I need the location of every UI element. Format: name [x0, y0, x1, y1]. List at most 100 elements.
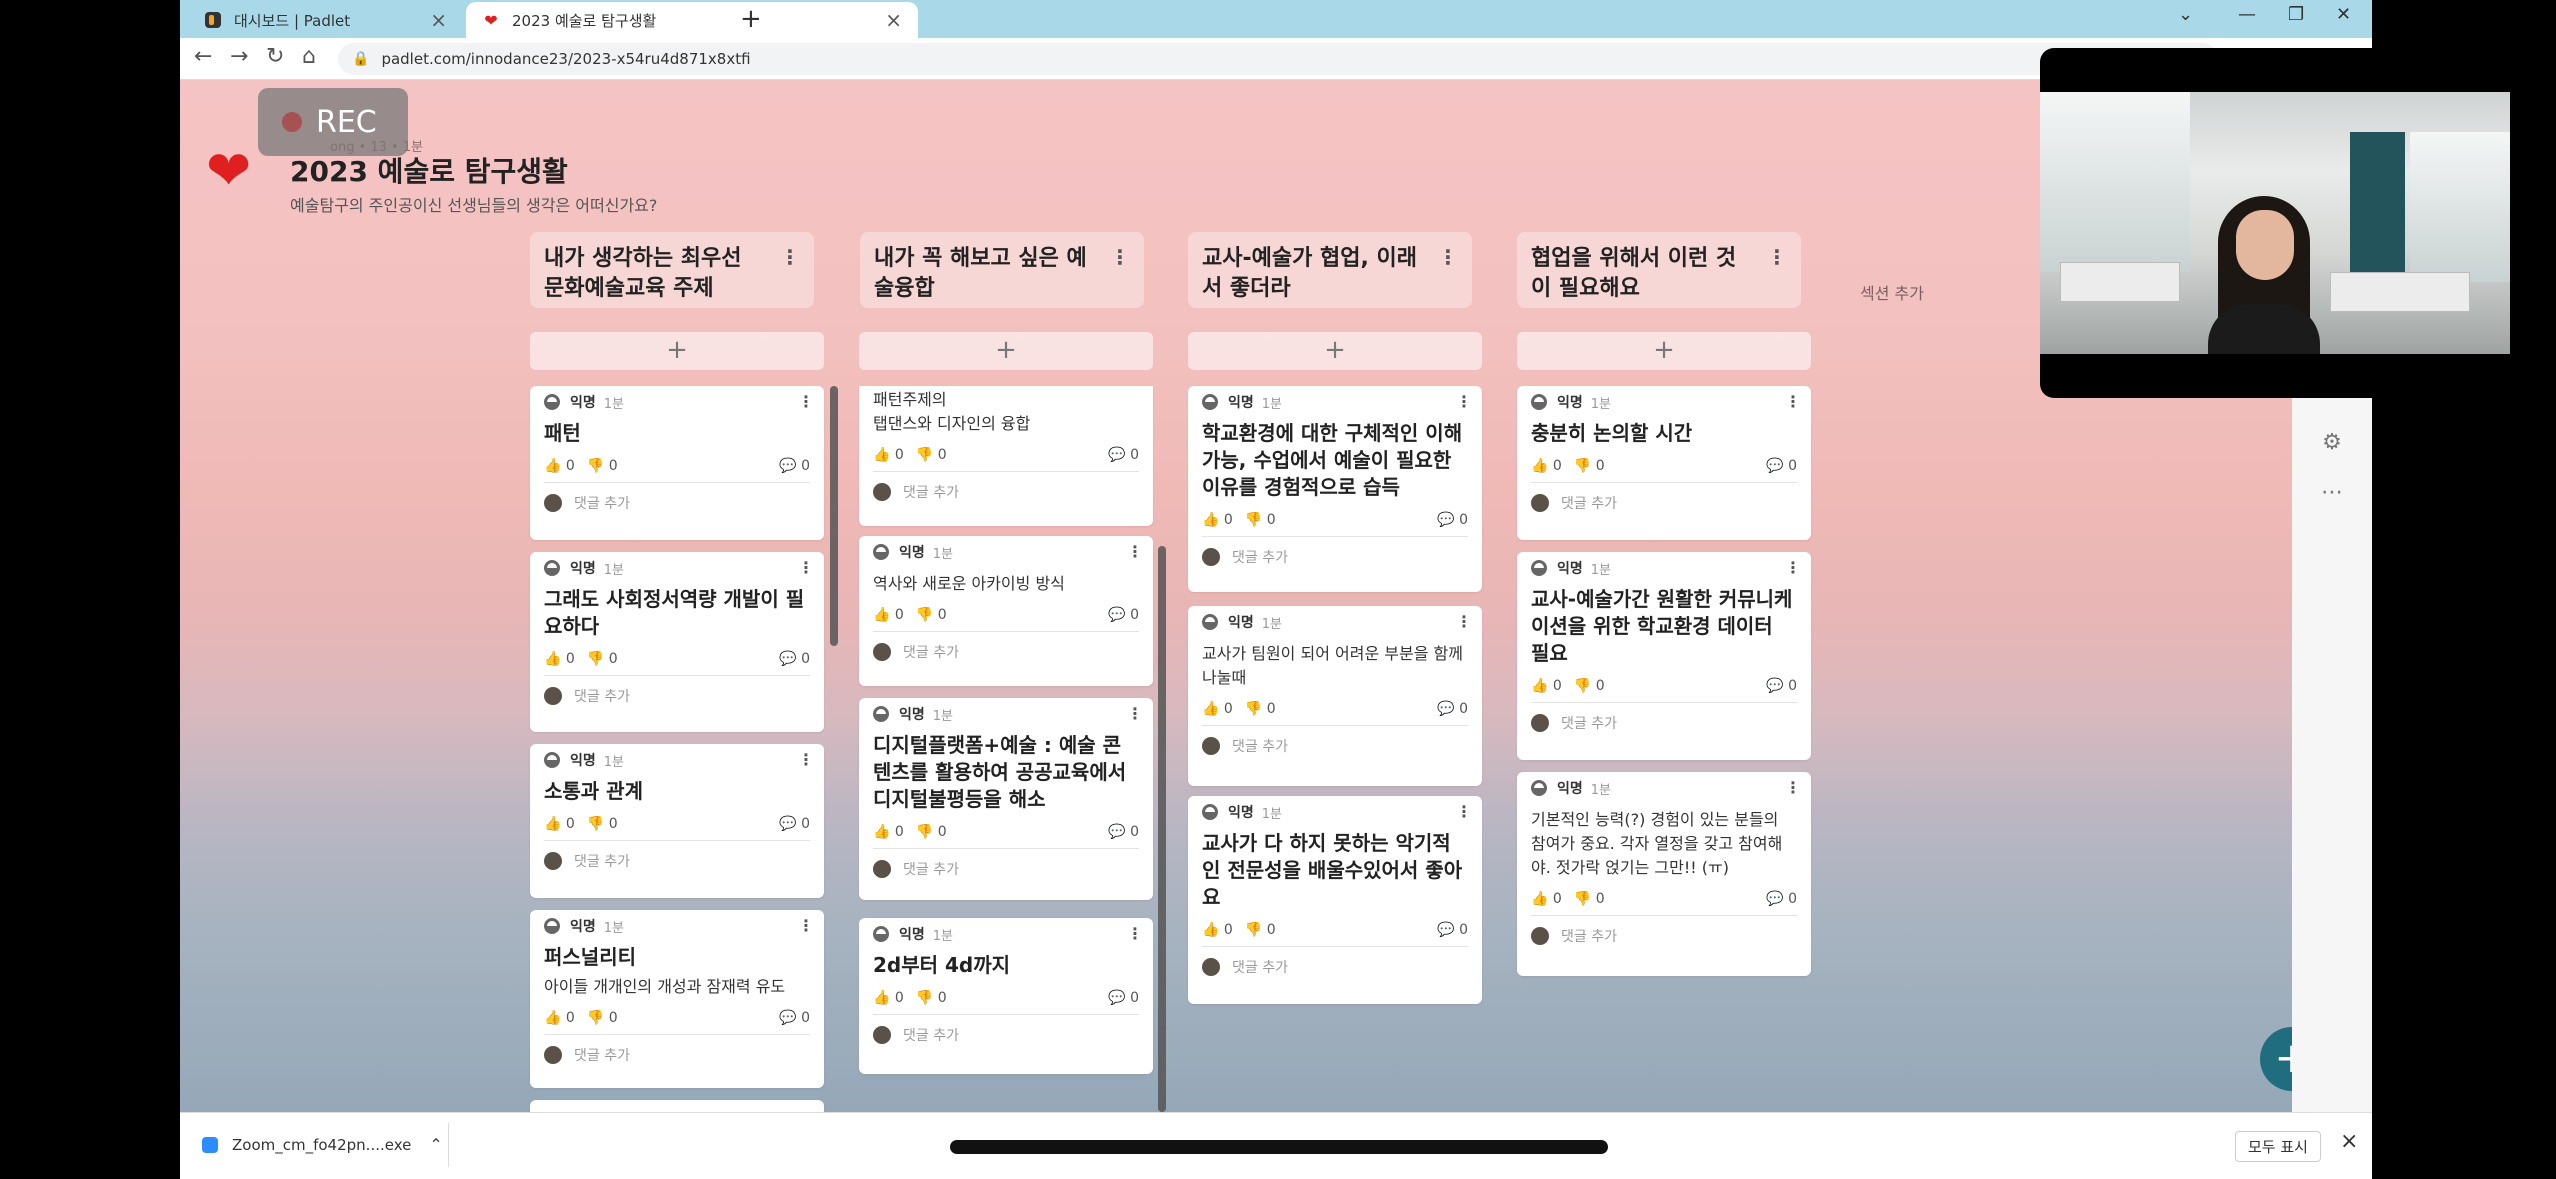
chevron-up-icon[interactable]: ⌃	[429, 1135, 442, 1154]
thumbs-down-icon[interactable]: 👎 0	[916, 824, 947, 840]
back-icon[interactable]: ←	[194, 44, 212, 69]
add-comment[interactable]: 댓글 추가	[1202, 537, 1468, 577]
post-card[interactable]: 익명 1분 ⋮ 소통과 관계 👍 0 👎 0 💬 0 댓글 추가	[530, 744, 824, 898]
add-post-button[interactable]: +	[1188, 332, 1482, 370]
url-field[interactable]: 🔒 padlet.com/innodance23/2023-x54ru4d871…	[338, 43, 2218, 75]
comment-icon[interactable]: 💬 0	[1437, 701, 1468, 717]
thumbs-up-icon[interactable]: 👍 0	[544, 816, 575, 832]
thumbs-down-icon[interactable]: 👎 0	[587, 458, 618, 474]
more-vertical-icon[interactable]: ⋮	[780, 242, 800, 272]
comment-icon[interactable]: 💬 0	[779, 458, 810, 474]
comment-icon[interactable]: 💬 0	[1766, 458, 1797, 474]
more-vertical-icon[interactable]: ⋮	[798, 750, 814, 769]
forward-icon[interactable]: →	[230, 44, 248, 69]
add-comment[interactable]: 댓글 추가	[1202, 726, 1468, 766]
thumbs-up-icon[interactable]: 👍 0	[544, 458, 575, 474]
add-comment[interactable]: 댓글 추가	[544, 1035, 810, 1075]
thumbs-up-icon[interactable]: 👍 0	[873, 824, 904, 840]
thumbs-up-icon[interactable]: 👍 0	[1531, 458, 1562, 474]
add-comment[interactable]: 댓글 추가	[873, 1015, 1139, 1055]
add-post-fab[interactable]: +	[2260, 1027, 2292, 1091]
more-vertical-icon[interactable]: ⋮	[1767, 242, 1787, 272]
comment-icon[interactable]: 💬 0	[1108, 824, 1139, 840]
add-comment[interactable]: 댓글 추가	[544, 483, 810, 523]
comment-icon[interactable]: 💬 0	[1108, 447, 1139, 463]
comment-icon[interactable]: 💬 0	[1766, 678, 1797, 694]
thumbs-down-icon[interactable]: 👎 0	[916, 607, 947, 623]
more-vertical-icon[interactable]: ⋮	[1127, 924, 1143, 943]
add-post-button[interactable]: +	[530, 332, 824, 370]
add-comment[interactable]: 댓글 추가	[1531, 483, 1797, 523]
add-post-button[interactable]: +	[859, 332, 1153, 370]
comment-icon[interactable]: 💬 0	[1437, 922, 1468, 938]
add-comment[interactable]: 댓글 추가	[873, 472, 1139, 512]
thumbs-up-icon[interactable]: 👍 0	[873, 607, 904, 623]
thumbs-up-icon[interactable]: 👍 0	[1202, 922, 1233, 938]
more-vertical-icon[interactable]: ⋮	[1110, 242, 1130, 272]
post-card[interactable]: 익명 1분 ⋮ 디지털플랫폼+예술 : 예술 콘텐츠를 활용하여 공공교육에서 디…	[859, 698, 1153, 900]
post-card[interactable]: 익명 1분 ⋮ 기본적인 능력(?) 경험이 있는 분들의 참여가 중요. 각자 …	[1517, 772, 1811, 976]
thumbs-down-icon[interactable]: 👎 0	[916, 447, 947, 463]
comment-icon[interactable]: 💬 0	[1437, 512, 1468, 528]
post-card[interactable]: 익명 1분 ⋮ 교사가 팀원이 되어 어려운 부분을 함께 나눌때 👍 0 👎 0 💬…	[1188, 606, 1482, 786]
add-comment[interactable]: 댓글 추가	[873, 849, 1139, 889]
close-window-icon[interactable]: ✕	[2336, 4, 2351, 25]
add-comment[interactable]: 댓글 추가	[544, 676, 810, 716]
column-scrollbar[interactable]	[830, 386, 838, 646]
more-vertical-icon[interactable]: ⋮	[798, 558, 814, 577]
post-card[interactable]: 익명 1분 ⋮ 패턴 👍 0 👎 0 💬 0 댓글 추가	[530, 386, 824, 540]
home-indicator[interactable]	[950, 1140, 1608, 1154]
minimize-icon[interactable]: —	[2238, 4, 2256, 25]
thumbs-down-icon[interactable]: 👎 0	[587, 651, 618, 667]
comment-icon[interactable]: 💬 0	[1766, 891, 1797, 907]
thumbs-down-icon[interactable]: 👎 0	[587, 1010, 618, 1026]
comment-icon[interactable]: 💬 0	[1108, 607, 1139, 623]
add-post-button[interactable]: +	[1517, 332, 1811, 370]
post-card[interactable]: 패턴주제의 탭댄스와 디자인의 융합 👍 0 👎 0 💬 0 댓글 추가	[859, 386, 1153, 526]
thumbs-up-icon[interactable]: 👍 0	[873, 990, 904, 1006]
close-icon[interactable]: ×	[2340, 1129, 2358, 1154]
add-section-button[interactable]: 섹션 추가	[1860, 280, 1924, 304]
add-comment[interactable]: 댓글 추가	[1531, 703, 1797, 743]
more-vertical-icon[interactable]: ⋮	[1785, 392, 1801, 411]
more-vertical-icon[interactable]: ⋮	[1127, 704, 1143, 723]
more-horizontal-icon[interactable]: ⋯	[2292, 480, 2372, 505]
thumbs-down-icon[interactable]: 👎 0	[1574, 891, 1605, 907]
home-icon[interactable]: ⌂	[302, 44, 316, 69]
new-tab-button[interactable]: +	[740, 4, 762, 34]
video-overlay[interactable]	[2040, 48, 2510, 398]
thumbs-down-icon[interactable]: 👎 0	[1245, 922, 1276, 938]
thumbs-down-icon[interactable]: 👎 0	[1574, 678, 1605, 694]
post-card[interactable]: 익명 1분 ⋮ 그래도 사회정서역량 개발이 필요하다 👍 0 👎 0 💬 0 댓글 …	[530, 552, 824, 732]
thumbs-down-icon[interactable]: 👎 0	[587, 816, 618, 832]
post-card[interactable]: 익명 1분 ⋮ 학교환경에 대한 구체적인 이해 가능, 수업에서 예술이 필요한…	[1188, 386, 1482, 592]
reload-icon[interactable]: ↻	[266, 44, 284, 69]
thumbs-down-icon[interactable]: 👎 0	[916, 990, 947, 1006]
post-card[interactable]: 익명 1분 ⋮ 퍼스널리티 아이들 개개인의 개성과 잠재력 유도 👍 0 👎 0 💬…	[530, 910, 824, 1088]
more-vertical-icon[interactable]: ⋮	[1456, 612, 1472, 631]
more-vertical-icon[interactable]: ⋮	[1438, 242, 1458, 272]
add-comment[interactable]: 댓글 추가	[1531, 916, 1797, 956]
more-vertical-icon[interactable]: ⋮	[798, 392, 814, 411]
post-card[interactable]: 익명 1분 ⋮ 역사와 새로운 아카이빙 방식 👍 0 👎 0 💬 0 댓글 추가	[859, 536, 1153, 686]
tab-padlet-board[interactable]: ❤ 2023 예술로 탐구생활 ×	[466, 2, 918, 38]
show-all-button[interactable]: 모두 표시	[2235, 1131, 2321, 1162]
thumbs-up-icon[interactable]: 👍 0	[1202, 701, 1233, 717]
post-card[interactable]: 익명 1분 ⋮ 교사가 다 하지 못하는 악기적인 전문성을 배울수있어서 좋아요…	[1188, 796, 1482, 1004]
post-card[interactable]: 익명 1분 ⋮ 충분히 논의할 시간 👍 0 👎 0 💬 0 댓글 추가	[1517, 386, 1811, 540]
download-item[interactable]: Zoom_cm_fo42pn....exe ⌃	[202, 1135, 443, 1154]
thumbs-up-icon[interactable]: 👍 0	[544, 651, 575, 667]
thumbs-up-icon[interactable]: 👍 0	[544, 1010, 575, 1026]
add-comment[interactable]: 댓글 추가	[1202, 947, 1468, 987]
comment-icon[interactable]: 💬 0	[779, 816, 810, 832]
post-card[interactable]: 익명 1분 ⋮ 교사-예술가간 원활한 커뮤니케이션을 위한 학교환경 데이터 필…	[1517, 552, 1811, 760]
comment-icon[interactable]: 💬 0	[779, 1010, 810, 1026]
thumbs-down-icon[interactable]: 👎 0	[1245, 512, 1276, 528]
more-vertical-icon[interactable]: ⋮	[1456, 802, 1472, 821]
post-card-partial[interactable]	[530, 1100, 824, 1112]
thumbs-up-icon[interactable]: 👍 0	[1531, 891, 1562, 907]
more-vertical-icon[interactable]: ⋮	[1456, 392, 1472, 411]
thumbs-up-icon[interactable]: 👍 0	[1531, 678, 1562, 694]
more-vertical-icon[interactable]: ⋮	[798, 916, 814, 935]
post-card[interactable]: 익명 1분 ⋮ 2d부터 4d까지 👍 0 👎 0 💬 0 댓글 추가	[859, 918, 1153, 1074]
